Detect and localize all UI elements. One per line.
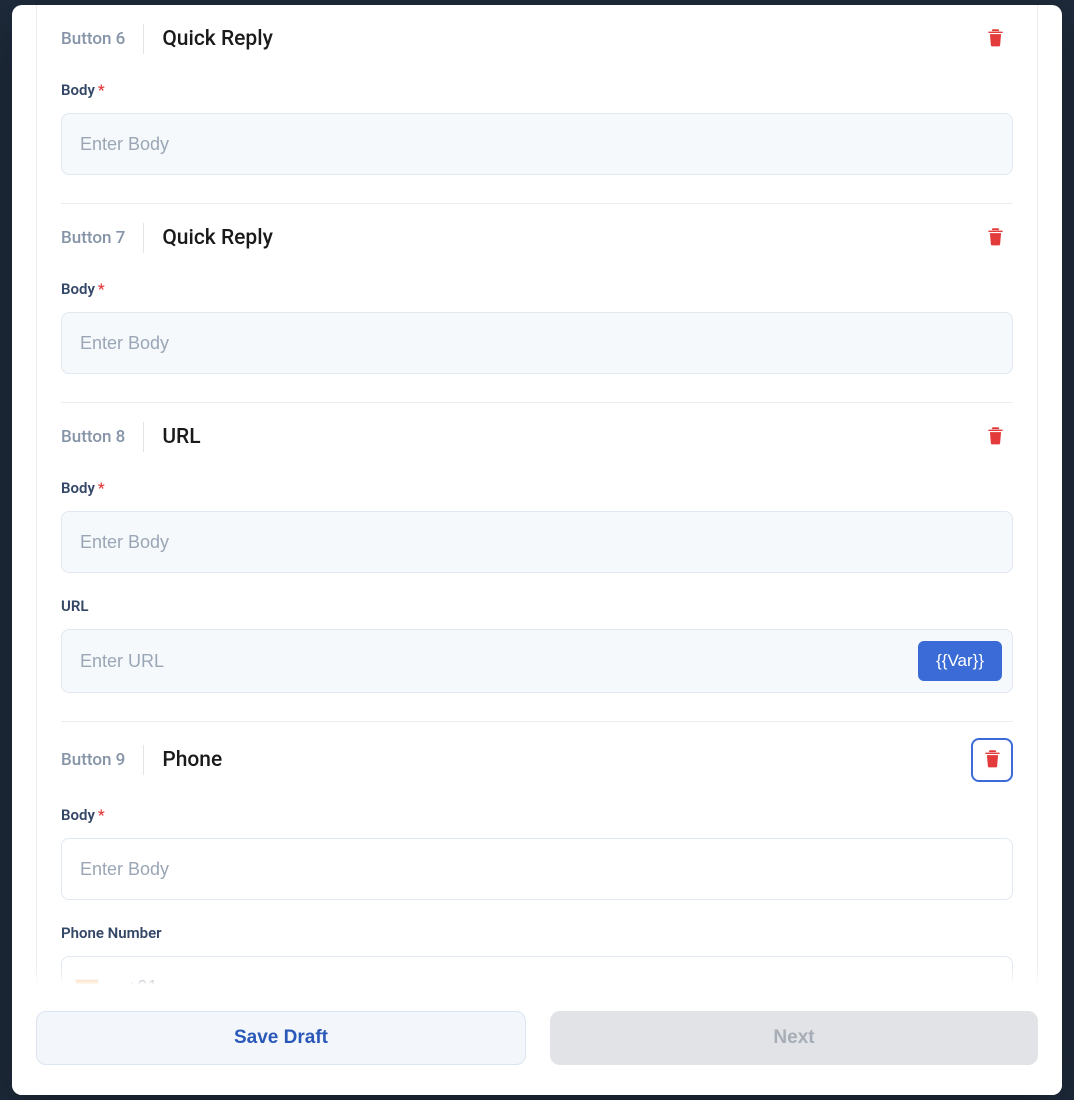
button-section-9: Button 9 Phone Body* [61,722,1013,985]
next-button[interactable]: Next [550,1011,1038,1065]
body-field: Body* [61,479,1013,573]
button-index-label: Button 7 [61,228,125,248]
url-input-row: {{Var}} [61,629,1013,693]
header-divider [143,24,144,54]
body-label-text: Body [61,479,95,497]
url-input[interactable] [62,630,918,692]
insert-variable-button[interactable]: {{Var}} [918,641,1002,681]
delete-button[interactable] [977,419,1013,455]
header-divider [143,745,144,775]
body-field-label: Body* [61,280,1013,298]
body-input[interactable] [61,312,1013,374]
delete-button[interactable] [971,738,1013,782]
section-header: Button 8 URL [61,419,1013,455]
trash-icon [987,28,1004,50]
phone-field-label: Phone Number [61,924,1013,942]
button-type-label: Phone [162,748,222,772]
body-field: Body* [61,280,1013,374]
required-asterisk: * [98,806,105,824]
trash-icon [987,227,1004,249]
body-label-text: Body [61,806,95,824]
body-field-label: Body* [61,479,1013,497]
section-header: Button 9 Phone [61,738,1013,782]
body-label-text: Body [61,280,95,298]
button-type-label: Quick Reply [162,27,273,51]
required-asterisk: * [98,280,105,298]
url-field-label: URL [61,597,1013,615]
button-type-label: URL [162,425,200,449]
phone-input[interactable] [119,977,998,986]
button-section-8: Button 8 URL Body* [61,403,1013,722]
button-type-label: Quick Reply [162,226,273,250]
body-input[interactable] [61,113,1013,175]
section-header: Button 7 Quick Reply [61,220,1013,256]
button-section-6: Button 6 Quick Reply Body* [61,5,1013,204]
button-index-label: Button 8 [61,427,125,447]
modal-footer: Save Draft Next [12,985,1062,1095]
button-section-7: Button 7 Quick Reply Body* [61,204,1013,403]
body-field: Body* [61,806,1013,900]
save-draft-button[interactable]: Save Draft [36,1011,526,1065]
url-field: URL {{Var}} [61,597,1013,693]
button-index-label: Button 6 [61,29,125,49]
header-divider [143,223,144,253]
required-asterisk: * [98,81,105,99]
section-header: Button 6 Quick Reply [61,21,1013,57]
body-field-label: Body* [61,81,1013,99]
body-label-text: Body [61,81,95,99]
required-asterisk: * [98,479,105,497]
trash-icon [984,749,1001,771]
body-input[interactable] [61,838,1013,900]
modal: Button 6 Quick Reply Body* [12,5,1062,1095]
delete-button[interactable] [977,21,1013,57]
form-scroll-area[interactable]: Button 6 Quick Reply Body* [12,5,1062,985]
trash-icon [987,426,1004,448]
body-field-label: Body* [61,806,1013,824]
delete-button[interactable] [977,220,1013,256]
body-input[interactable] [61,511,1013,573]
button-index-label: Button 9 [61,750,125,770]
header-divider [143,422,144,452]
body-field: Body* [61,81,1013,175]
phone-field: Phone Number ▼ [61,924,1013,985]
phone-input-row: ▼ [61,956,1013,985]
